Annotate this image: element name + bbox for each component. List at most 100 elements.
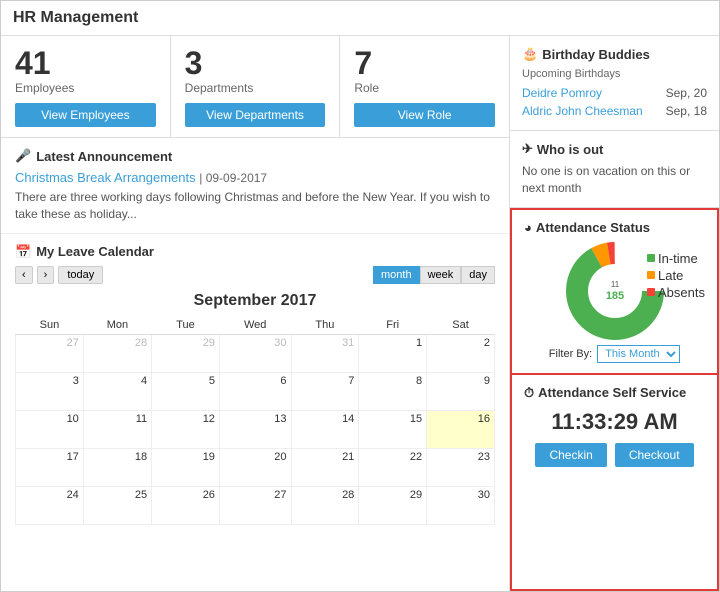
calendar-cell[interactable]: 1 <box>359 334 427 372</box>
calendar-cell[interactable]: 10 <box>16 410 84 448</box>
legend-intime: In-time <box>647 251 705 266</box>
view-employees-button[interactable]: View Employees <box>15 103 156 127</box>
calendar-cell[interactable]: 6 <box>219 372 291 410</box>
calendar-day-header: Sun <box>16 316 84 335</box>
calendar-cell[interactable]: 29 <box>152 334 220 372</box>
calendar-cell[interactable]: 24 <box>16 486 84 524</box>
calendar-cell[interactable]: 14 <box>291 410 359 448</box>
calendar-day-header: Fri <box>359 316 427 335</box>
calendar-cell[interactable]: 25 <box>83 486 151 524</box>
table-row: 17181920212223 <box>16 448 495 486</box>
calendar-cell[interactable]: 13 <box>219 410 291 448</box>
calendar-cell[interactable]: 30 <box>427 486 495 524</box>
calendar-day-header: Tue <box>152 316 220 335</box>
today-button[interactable]: today <box>58 266 103 284</box>
day-view-button[interactable]: day <box>461 266 495 284</box>
plane-icon: ✈ <box>522 141 533 157</box>
calendar-cell[interactable]: 28 <box>83 334 151 372</box>
announcement-title: 🎤 Latest Announcement <box>15 148 495 164</box>
birthday-name-link[interactable]: Aldric John Cheesman <box>522 104 643 118</box>
checkin-button[interactable]: Checkin <box>535 443 606 467</box>
calendar-nav: ‹ › today <box>15 266 103 284</box>
svg-text:11: 11 <box>610 280 619 289</box>
calendar-cell[interactable]: 20 <box>219 448 291 486</box>
calendar-cell[interactable]: 2 <box>427 334 495 372</box>
table-row: 272829303112 <box>16 334 495 372</box>
mic-icon: 🎤 <box>15 148 31 164</box>
stats-bar: 41 Employees View Employees 3 Department… <box>1 36 509 138</box>
calendar-cell[interactable]: 7 <box>291 372 359 410</box>
filter-select[interactable]: This Month Last Month <box>597 345 680 363</box>
checkout-button[interactable]: Checkout <box>615 443 694 467</box>
week-view-button[interactable]: week <box>420 266 462 284</box>
list-item: Deidre Pomroy Sep, 20 <box>522 84 707 102</box>
calendar-cell[interactable]: 28 <box>291 486 359 524</box>
self-service-section: ⏱ Attendance Self Service 11:33:29 AM Ch… <box>510 375 719 591</box>
calendar-icon: 📅 <box>15 244 31 260</box>
legend-absents: Absents <box>647 285 705 300</box>
next-month-button[interactable]: › <box>37 266 55 284</box>
calendar-cell[interactable]: 22 <box>359 448 427 486</box>
calendar-cell[interactable]: 23 <box>427 448 495 486</box>
calendar-cell[interactable]: 16 <box>427 410 495 448</box>
calendar-grid: SunMonTueWedThuFriSat 272829303112345678… <box>15 316 495 525</box>
announcement-link[interactable]: Christmas Break Arrangements <box>15 170 196 185</box>
departments-label: Departments <box>185 81 326 95</box>
calendar-cell[interactable]: 31 <box>291 334 359 372</box>
calendar-cell[interactable]: 8 <box>359 372 427 410</box>
calendar-cell[interactable]: 5 <box>152 372 220 410</box>
calendar-header: ‹ › today month week day <box>15 266 495 284</box>
announcement-section: 🎤 Latest Announcement Christmas Break Ar… <box>1 138 509 234</box>
birthday-name-link[interactable]: Deidre Pomroy <box>522 86 602 100</box>
calendar-month-label: September 2017 <box>15 292 495 310</box>
calendar-cell[interactable]: 18 <box>83 448 151 486</box>
view-toggle: month week day <box>373 266 495 284</box>
calendar-day-header: Thu <box>291 316 359 335</box>
view-role-button[interactable]: View Role <box>354 103 495 127</box>
calendar-cell[interactable]: 17 <box>16 448 84 486</box>
calendar-cell[interactable]: 12 <box>152 410 220 448</box>
late-label: Late <box>658 268 683 283</box>
calendar-cell[interactable]: 4 <box>83 372 151 410</box>
birthday-buddies-section: 🎂 Birthday Buddies Upcoming Birthdays De… <box>510 36 719 131</box>
departments-count: 3 <box>185 46 326 81</box>
employees-label: Employees <box>15 81 156 95</box>
calendar-day-header: Mon <box>83 316 151 335</box>
who-is-out-section: ✈ Who is out No one is on vacation on th… <box>510 131 719 208</box>
calendar-cell[interactable]: 15 <box>359 410 427 448</box>
attendance-legend: In-time Late Absents <box>647 251 705 302</box>
role-count: 7 <box>354 46 495 81</box>
page-title: HR Management <box>1 1 719 36</box>
announcement-body: There are three working days following C… <box>15 189 495 223</box>
late-dot <box>647 271 655 279</box>
month-view-button[interactable]: month <box>373 266 420 284</box>
birthday-date: Sep, 20 <box>666 86 707 100</box>
calendar-cell[interactable]: 29 <box>359 486 427 524</box>
calendar-cell[interactable]: 27 <box>16 334 84 372</box>
calendar-cell[interactable]: 30 <box>219 334 291 372</box>
birthday-list: Deidre Pomroy Sep, 20 Aldric John Cheesman… <box>522 84 707 120</box>
calendar-cell[interactable]: 19 <box>152 448 220 486</box>
intime-label: In-time <box>658 251 698 266</box>
announcement-date: | 09-09-2017 <box>199 171 267 185</box>
absents-label: Absents <box>658 285 705 300</box>
birthday-date: Sep, 18 <box>666 104 707 118</box>
calendar-cell[interactable]: 11 <box>83 410 151 448</box>
calendar-cell[interactable]: 26 <box>152 486 220 524</box>
leave-calendar-section: 📅 My Leave Calendar ‹ › today month week… <box>1 234 509 535</box>
view-departments-button[interactable]: View Departments <box>185 103 326 127</box>
stat-role: 7 Role View Role <box>340 36 509 137</box>
calendar-cell[interactable]: 3 <box>16 372 84 410</box>
table-row: 24252627282930 <box>16 486 495 524</box>
table-row: 10111213141516 <box>16 410 495 448</box>
legend-late: Late <box>647 268 705 283</box>
calendar-cell[interactable]: 27 <box>219 486 291 524</box>
calendar-cell[interactable]: 21 <box>291 448 359 486</box>
prev-month-button[interactable]: ‹ <box>15 266 33 284</box>
intime-dot <box>647 254 655 262</box>
self-service-title: ⏱ Attendance Self Service <box>524 385 705 401</box>
calendar-cell[interactable]: 9 <box>427 372 495 410</box>
calendar-day-header: Wed <box>219 316 291 335</box>
chart-icon: ◕ <box>524 220 532 235</box>
svg-text:185: 185 <box>605 290 623 302</box>
